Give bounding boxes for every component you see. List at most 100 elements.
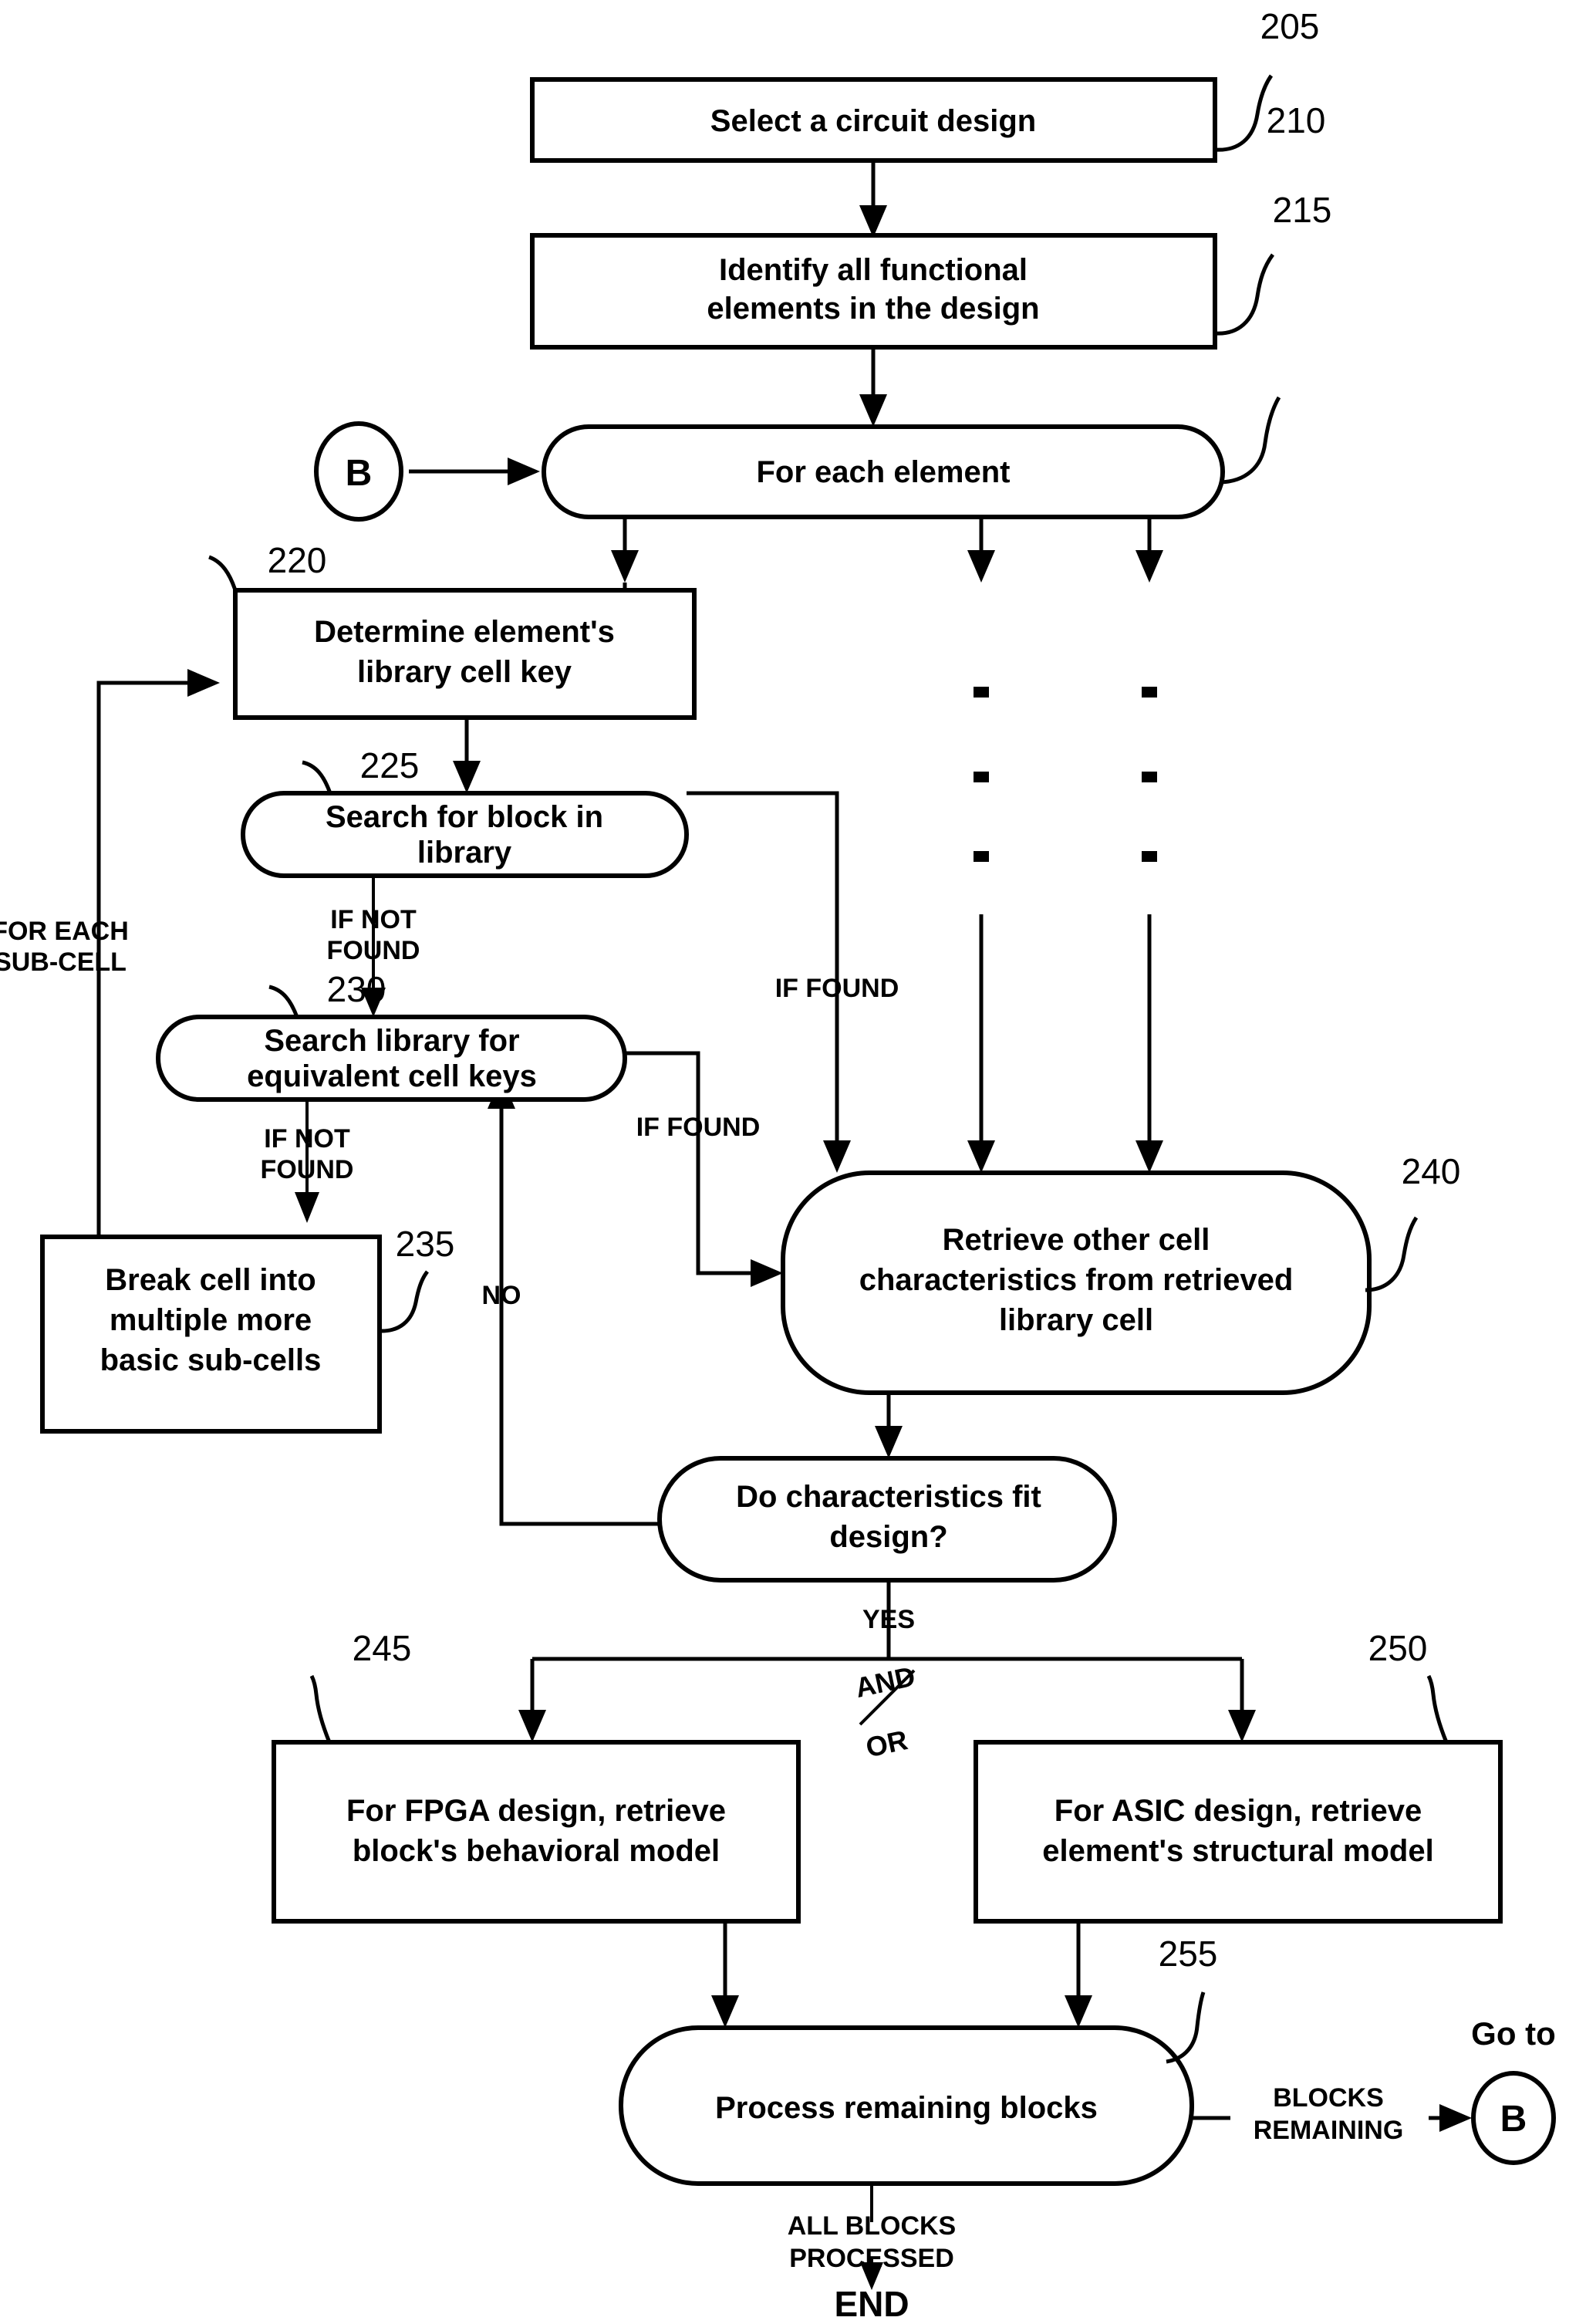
node-235-line-1: multiple more — [110, 1303, 312, 1337]
node-220-line-0: Determine element's — [314, 615, 615, 649]
node-fpga-behavioral-model[interactable]: For FPGA design, retrieve block's behavi… — [272, 1740, 801, 1924]
flowchart-svg: Select a circuit design Identify all fun… — [0, 6, 1556, 2324]
svg-text:IF NOT: IF NOT — [330, 905, 417, 934]
node-255-line-0: Process remaining blocks — [715, 2091, 1098, 2125]
node-210-line-0: Identify all functional — [719, 253, 1028, 287]
flowchart-canvas: Select a circuit design Identify all fun… — [0, 0, 1586, 2324]
svg-text:AND: AND — [852, 1660, 918, 1704]
edge-205-to-210 — [859, 160, 887, 238]
svg-text:NO: NO — [482, 1281, 521, 1310]
edge-240-to-decision — [875, 1393, 903, 1458]
node-230-line-1: equivalent cell keys — [247, 1059, 537, 1093]
edge-230-if-found — [625, 1051, 783, 1287]
ref-label-220: 220 — [208, 540, 327, 591]
label-go-to: Go to — [1471, 2015, 1556, 2052]
node-210-line-1: elements in the design — [707, 292, 1039, 326]
edge-label-and-or: AND OR — [852, 1660, 918, 1764]
edge-connector-b-to-215 — [409, 458, 540, 485]
connector-b-right-label: B — [1500, 2099, 1527, 2140]
svg-text:245: 245 — [353, 1628, 412, 1668]
svg-text:FOUND: FOUND — [327, 936, 420, 965]
edge-ellipsis-mid-to-240 — [967, 914, 995, 1173]
ref-label-245: 245 — [309, 1628, 412, 1743]
svg-text:215: 215 — [1273, 190, 1332, 230]
edge-215-branch-right — [1136, 517, 1163, 583]
edge-label-if-found-230: IF FOUND — [636, 1113, 761, 1142]
node-240-line-2: library cell — [999, 1303, 1153, 1337]
svg-text:PROCESSED: PROCESSED — [789, 2244, 954, 2273]
edge-250-to-255 — [1065, 1921, 1092, 2028]
label-end: END — [834, 2284, 909, 2324]
svg-text:SUB-CELL: SUB-CELL — [0, 948, 127, 977]
svg-text:IF FOUND: IF FOUND — [775, 974, 899, 1003]
edge-label-no: NO — [482, 1281, 521, 1310]
svg-text:REMAINING: REMAINING — [1254, 2116, 1404, 2145]
node-search-for-block-in-library[interactable]: Search for block in library — [241, 791, 689, 878]
node-process-remaining-blocks[interactable]: Process remaining blocks — [619, 2025, 1194, 2186]
node-determine-library-cell-key[interactable]: Determine element's library cell key — [233, 588, 697, 720]
edge-215-branch-mid — [967, 517, 995, 583]
node-245-line-1: block's behavioral model — [353, 1834, 720, 1868]
node-do-characteristics-fit-design[interactable]: Do characteristics fit design? — [657, 1456, 1117, 1583]
svg-text:255: 255 — [1159, 1934, 1218, 1974]
ref-label-255: 255 — [1159, 1934, 1218, 2064]
node-225-line-1: library — [417, 836, 512, 870]
node-215-line-0: For each element — [756, 455, 1010, 489]
node-235-line-0: Break cell into — [105, 1263, 316, 1297]
svg-text:OR: OR — [863, 1724, 910, 1763]
node-225-line-0: Search for block in — [326, 800, 603, 834]
svg-text:IF NOT: IF NOT — [264, 1124, 350, 1154]
svg-text:250: 250 — [1368, 1628, 1428, 1668]
edge-215-branch-left — [611, 517, 639, 583]
edge-label-yes: YES — [862, 1605, 915, 1634]
node-retrieve-cell-characteristics[interactable]: Retrieve other cell characteristics from… — [781, 1170, 1372, 1395]
svg-text:225: 225 — [360, 745, 420, 785]
ref-label-235: 235 — [379, 1224, 455, 1333]
node-205-line-0: Select a circuit design — [710, 104, 1036, 138]
edge-label-if-found-225: IF FOUND — [775, 974, 899, 1003]
ref-label-240: 240 — [1365, 1151, 1461, 1292]
svg-text:ALL BLOCKS: ALL BLOCKS — [788, 2211, 956, 2241]
node-select-circuit-design[interactable]: Select a circuit design — [530, 77, 1217, 163]
edge-ellipsis-right-to-240 — [1136, 914, 1163, 1173]
svg-text:IF FOUND: IF FOUND — [636, 1113, 761, 1142]
node-decision-line-0: Do characteristics fit — [736, 1480, 1041, 1514]
node-asic-structural-model[interactable]: For ASIC design, retrieve element's stru… — [974, 1740, 1503, 1924]
svg-text:230: 230 — [327, 969, 386, 1009]
svg-text:240: 240 — [1402, 1151, 1461, 1191]
connector-b-left[interactable]: B — [314, 421, 403, 522]
node-search-library-equivalent-cell-keys[interactable]: Search library for equivalent cell keys — [156, 1015, 627, 1102]
svg-text:YES: YES — [862, 1605, 915, 1634]
svg-text:205: 205 — [1260, 6, 1320, 46]
ref-label-250: 250 — [1368, 1628, 1449, 1743]
node-240-line-1: characteristics from retrieved — [859, 1263, 1294, 1297]
ellipsis-column-mid — [974, 687, 989, 862]
node-245-line-0: For FPGA design, retrieve — [346, 1794, 726, 1828]
svg-text:220: 220 — [268, 540, 327, 580]
node-break-cell-into-sub-cells[interactable]: Break cell into multiple more basic sub-… — [40, 1235, 382, 1434]
node-240-line-0: Retrieve other cell — [943, 1223, 1210, 1257]
svg-text:Go to: Go to — [1471, 2015, 1556, 2052]
ref-label-215: 215 — [1220, 190, 1332, 485]
svg-text:235: 235 — [396, 1224, 455, 1264]
svg-text:FOR EACH: FOR EACH — [0, 917, 129, 946]
node-for-each-element[interactable]: For each element — [542, 424, 1225, 519]
node-250-line-1: element's structural model — [1042, 1834, 1433, 1868]
node-decision-line-1: design? — [829, 1520, 947, 1554]
edge-220-to-225 — [453, 718, 481, 793]
node-230-line-0: Search library for — [264, 1024, 519, 1058]
node-235-line-2: basic sub-cells — [100, 1343, 322, 1377]
connector-b-left-label: B — [346, 453, 373, 494]
node-250-line-0: For ASIC design, retrieve — [1055, 1794, 1422, 1828]
node-220-line-1: library cell key — [357, 655, 572, 689]
ref-label-230: 230 — [268, 969, 386, 1018]
node-identify-functional-elements[interactable]: Identify all functional elements in the … — [530, 233, 1217, 350]
ref-label-225: 225 — [302, 745, 420, 794]
edge-label-for-each-sub-cell: FOR EACH SUB-CELL — [0, 917, 129, 977]
edge-label-all-blocks-processed: ALL BLOCKS PROCESSED — [788, 2211, 956, 2273]
connector-b-right[interactable]: B — [1471, 2071, 1556, 2165]
edge-245-to-255 — [711, 1921, 739, 2028]
svg-text:END: END — [834, 2284, 909, 2324]
edge-label-blocks-remaining: BLOCKS REMAINING — [1254, 2083, 1404, 2145]
edge-210-to-215 — [859, 347, 887, 427]
